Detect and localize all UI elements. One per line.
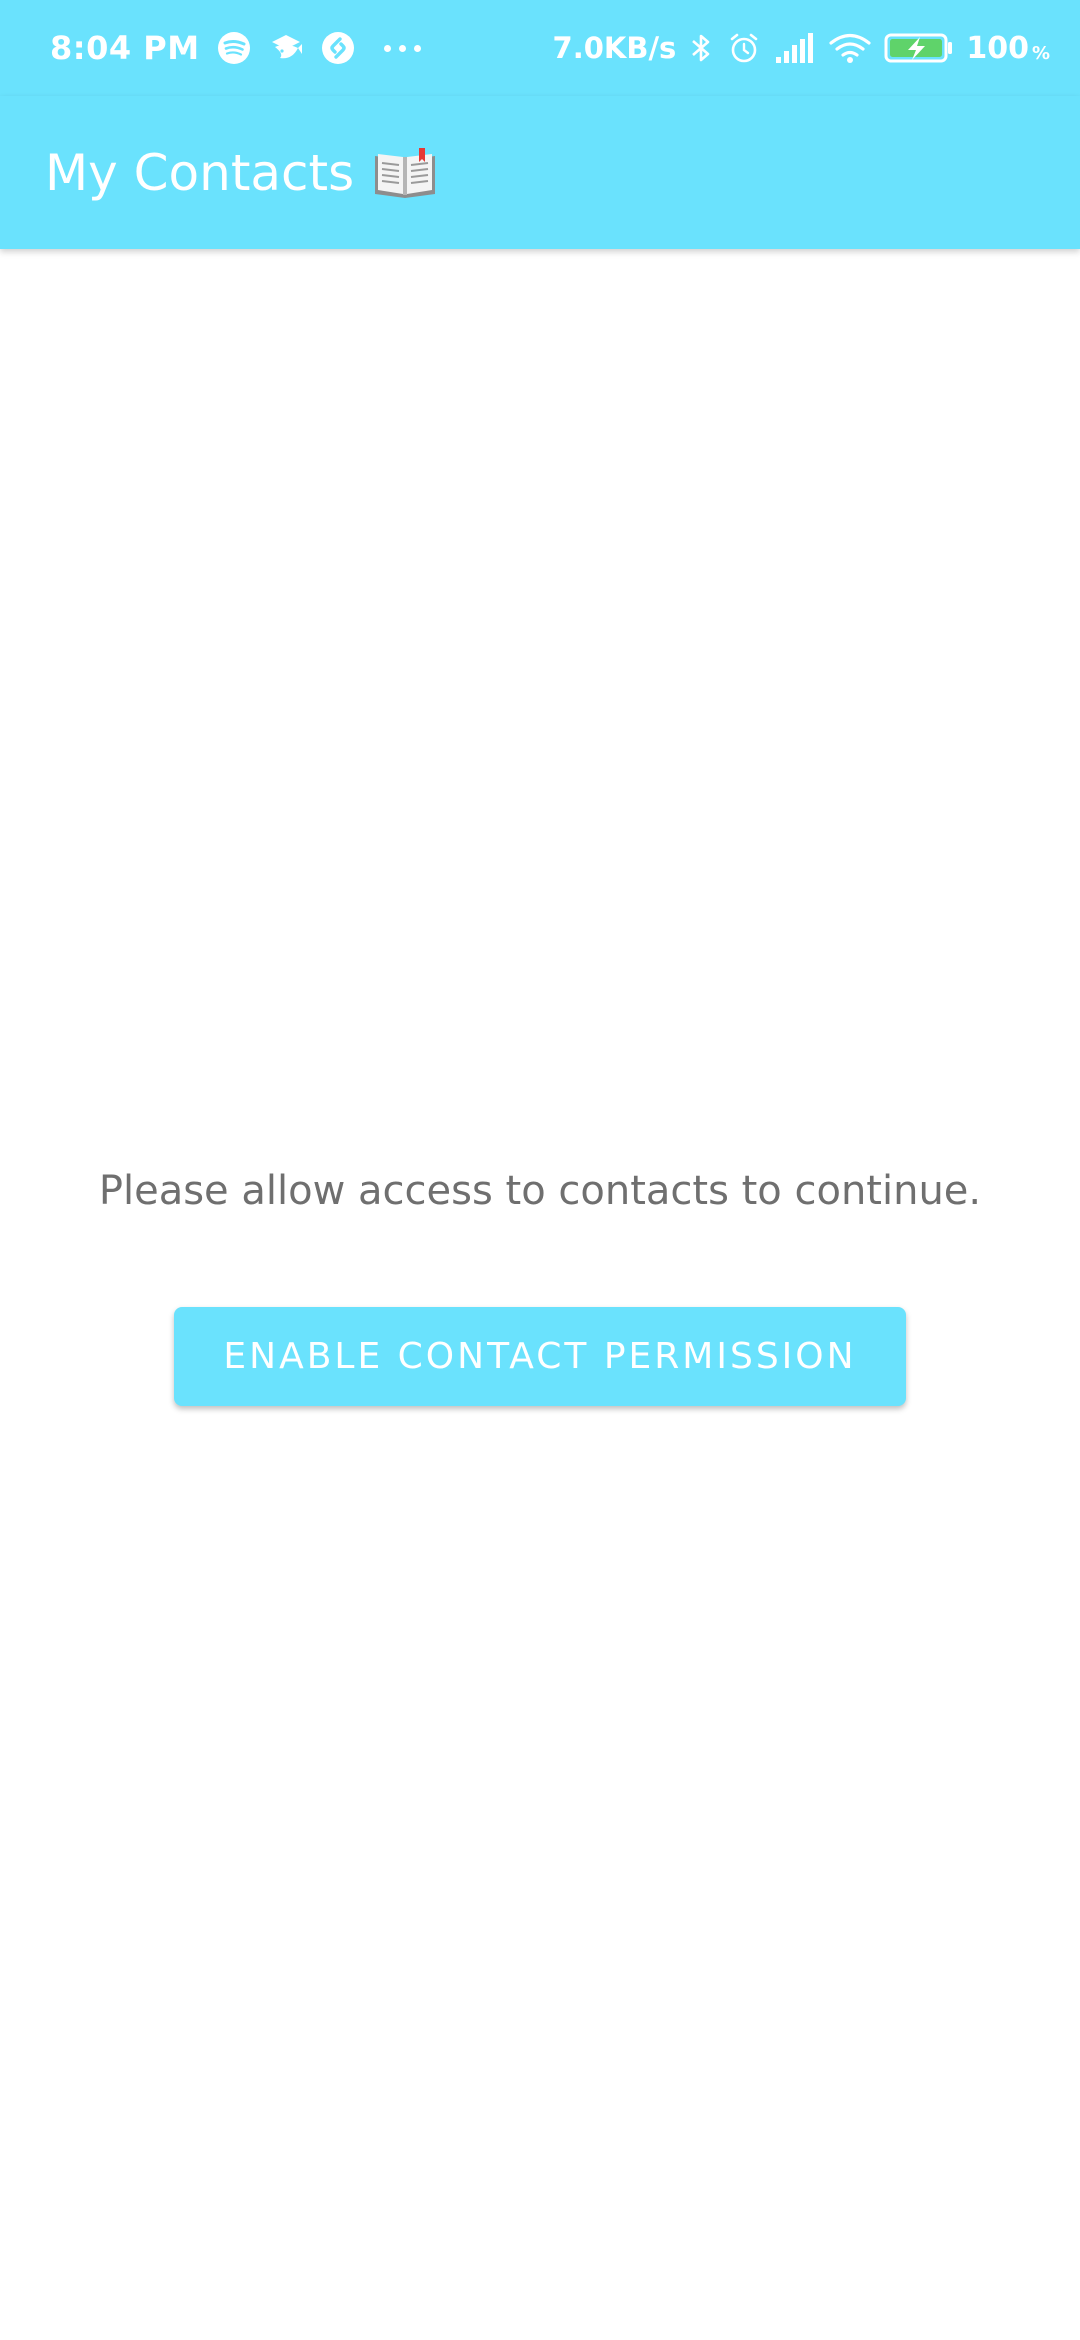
alarm-icon <box>726 30 762 66</box>
permission-message: Please allow access to contacts to conti… <box>98 1168 982 1214</box>
battery-percent: 100 <box>966 30 1029 66</box>
cellular-signal-icon <box>774 31 816 65</box>
more-notifications-icon <box>383 44 421 52</box>
screen: 8:04 PM 7.0KB/s 100 % My Contacts Please… <box>0 0 1080 2340</box>
wifi-icon <box>828 31 872 65</box>
open-book-icon <box>372 147 438 202</box>
shazam-icon <box>320 30 356 66</box>
battery-percent-unit: % <box>1031 42 1050 64</box>
network-speed: 7.0KB/s <box>552 31 677 65</box>
app-title: My Contacts <box>45 143 355 202</box>
spotify-icon <box>216 30 252 66</box>
fish-app-icon <box>268 30 304 66</box>
bluetooth-icon <box>688 30 714 66</box>
status-bar: 8:04 PM 7.0KB/s 100 % <box>0 0 1080 96</box>
enable-contact-permission-button[interactable]: ENABLE CONTACT PERMISSION <box>174 1307 906 1406</box>
status-bar-left: 8:04 PM <box>50 0 421 96</box>
status-bar-right: 7.0KB/s 100 % <box>553 0 1050 96</box>
status-time: 8:04 PM <box>50 29 200 67</box>
app-bar: My Contacts <box>0 96 1080 249</box>
battery-charging-icon <box>884 31 954 65</box>
